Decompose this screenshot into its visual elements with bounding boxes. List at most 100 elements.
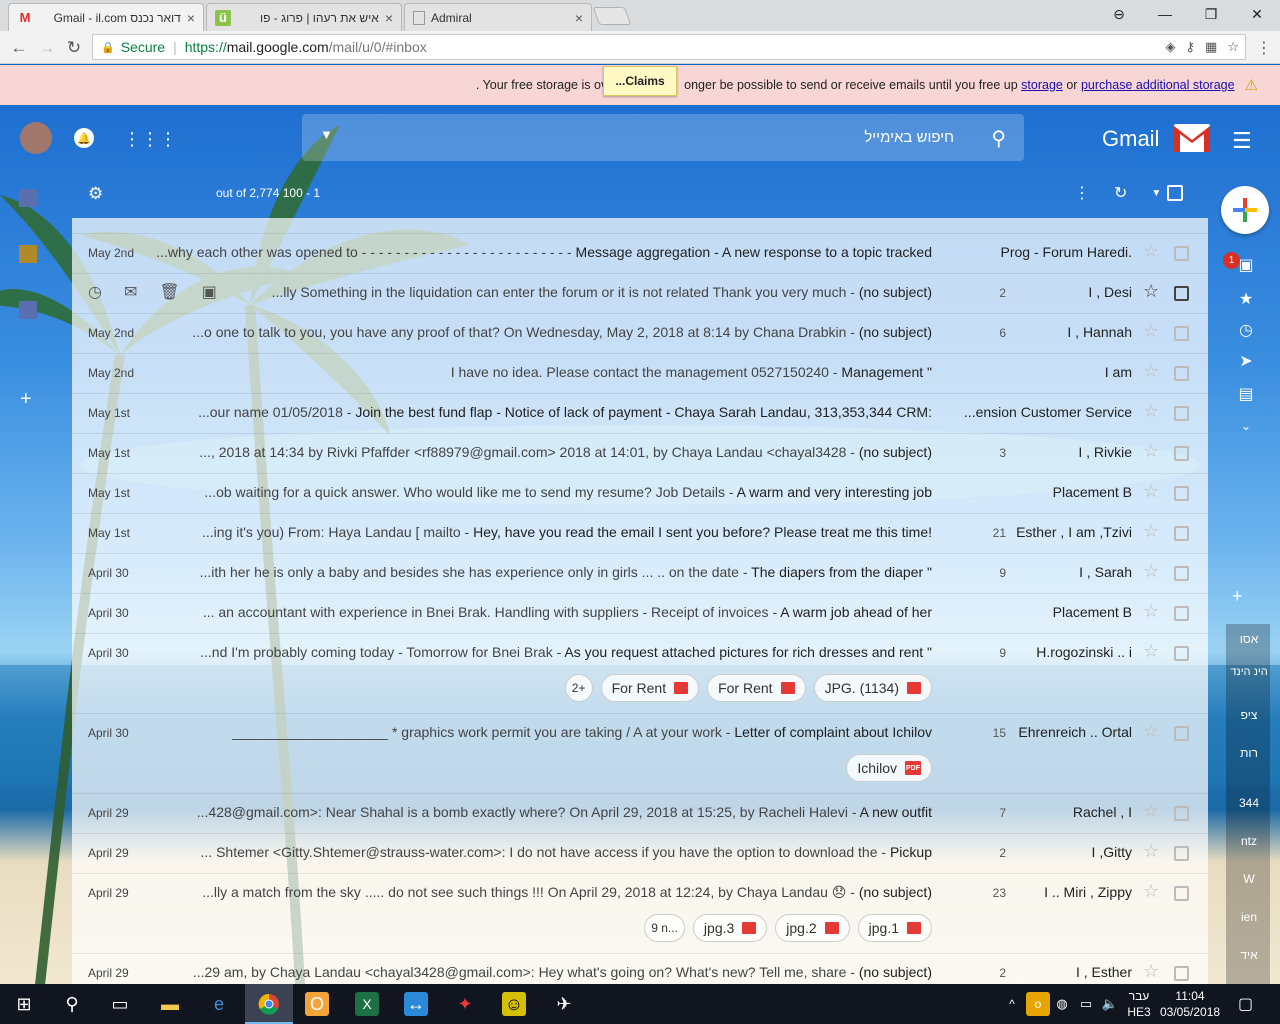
table-row[interactable]: May 2nd I have no idea. Please contact th… <box>72 354 1208 394</box>
more-attachments-chip[interactable]: 2+ <box>564 674 593 702</box>
excel-icon[interactable]: X <box>355 992 379 1016</box>
close-icon[interactable]: × <box>575 10 583 26</box>
star-icon[interactable]: ☆ <box>1143 601 1159 622</box>
table-row[interactable]: May 1st ...our name 01/05/2018 - Join the… <box>72 394 1208 434</box>
hangout-contact[interactable]: הינ הינד <box>1228 666 1270 678</box>
row-checkbox[interactable] <box>1174 446 1189 461</box>
left-add-icon[interactable]: + <box>20 388 32 411</box>
app-icon[interactable]: ✦ <box>453 992 477 1016</box>
table-row[interactable]: April 29 ...29 am, by Chaya Landau <chaya… <box>72 954 1208 984</box>
row-checkbox[interactable] <box>1174 486 1189 501</box>
table-row[interactable]: April 30 ... an accountant with experienc… <box>72 594 1208 634</box>
table-row[interactable]: May 1st ...ing it's you) From: Haya Landa… <box>72 514 1208 554</box>
tab-gmail[interactable]: M דואר נכנס Gmail - il.com × <box>8 3 204 31</box>
reload-icon[interactable]: ↻ <box>63 37 85 59</box>
sent-icon[interactable]: ➤ <box>1237 352 1255 370</box>
extension-icon[interactable]: ◈ <box>1166 39 1176 55</box>
translate-icon[interactable]: ▦ <box>1205 39 1217 55</box>
tray-chevron-icon[interactable]: ^ <box>1000 992 1024 1016</box>
settings-gear-icon[interactable]: ⚙ <box>88 184 103 204</box>
main-menu-icon[interactable]: ☰ <box>1232 128 1252 154</box>
table-row[interactable]: May 1st ...ob waiting for a quick answer.… <box>72 474 1208 514</box>
hangout-contact[interactable]: 344 <box>1228 796 1270 810</box>
outlook-icon[interactable]: O <box>305 992 329 1016</box>
star-icon[interactable]: ☆ <box>1143 561 1159 582</box>
search-box[interactable]: ▼ חיפוש באימייל ⚲ <box>302 114 1024 161</box>
row-checkbox[interactable] <box>1174 966 1189 981</box>
minimize-icon[interactable]: — <box>1142 0 1188 28</box>
star-icon[interactable]: ☆ <box>1143 721 1159 742</box>
star-icon[interactable]: ☆ <box>1143 641 1159 662</box>
new-tab-button[interactable] <box>592 7 632 25</box>
add-hangout-icon[interactable]: + <box>1232 586 1243 607</box>
hangout-contact[interactable]: W <box>1228 872 1270 886</box>
left-rail-item[interactable] <box>19 245 37 263</box>
bookmark-star-icon[interactable]: ☆ <box>1227 39 1239 55</box>
profile-icon[interactable]: ⊖ <box>1096 0 1142 28</box>
apps-grid-icon[interactable]: ⋮⋮⋮ <box>123 129 177 150</box>
left-rail-item[interactable] <box>19 301 37 319</box>
search-icon[interactable]: ⚲ <box>991 126 1006 151</box>
star-icon[interactable]: ☆ <box>1143 881 1159 902</box>
app-icon[interactable]: ☺ <box>502 992 526 1016</box>
chrome-icon[interactable] <box>257 992 281 1016</box>
star-icon[interactable]: ☆ <box>1143 801 1159 822</box>
select-all-checkbox[interactable] <box>1167 185 1184 201</box>
row-checkbox[interactable] <box>1174 886 1189 901</box>
star-icon[interactable]: ☆ <box>1143 281 1159 302</box>
app-icon[interactable]: ✈ <box>552 992 576 1016</box>
starred-icon[interactable]: ★ <box>1237 290 1255 308</box>
row-checkbox[interactable] <box>1174 646 1189 661</box>
search-options-icon[interactable]: ▼ <box>320 127 333 142</box>
row-checkbox[interactable] <box>1174 606 1189 621</box>
task-view-icon[interactable]: ▭ <box>108 992 132 1016</box>
more-attachments-chip[interactable]: 9 n... <box>644 914 685 942</box>
star-icon[interactable]: ☆ <box>1143 241 1159 262</box>
star-icon[interactable]: ☆ <box>1143 361 1159 382</box>
row-checkbox[interactable] <box>1174 246 1189 261</box>
star-icon[interactable]: ☆ <box>1143 441 1159 462</box>
forward-icon[interactable]: → <box>36 37 58 59</box>
table-row[interactable]: April 30 ...nd I'm probably coming today … <box>72 634 1208 714</box>
star-icon[interactable]: ☆ <box>1143 321 1159 342</box>
row-checkbox[interactable] <box>1174 806 1189 821</box>
back-icon[interactable]: ← <box>8 37 30 59</box>
hangout-contact[interactable]: אסו <box>1228 632 1270 646</box>
snoozed-icon[interactable]: ◷ <box>1237 321 1255 339</box>
address-bar[interactable]: 🔒 Secure | https:// mail.google.com /mai… <box>92 34 1246 60</box>
star-icon[interactable]: ☆ <box>1143 481 1159 502</box>
attachment-chip[interactable]: jpg.2 <box>775 914 850 942</box>
tab-prog[interactable]: ü איש את רעהו | פרוג - פו × <box>206 3 402 31</box>
table-row[interactable]: April 29 ...lly a match from the sky ....… <box>72 874 1208 954</box>
row-checkbox[interactable] <box>1174 366 1189 381</box>
refresh-icon[interactable]: ↻ <box>1114 183 1127 203</box>
table-row[interactable]: May 2nd ...o one to talk to you, you have… <box>72 314 1208 354</box>
account-avatar[interactable] <box>20 122 52 154</box>
storage-link[interactable]: storage <box>1021 78 1063 92</box>
hangout-contact[interactable]: איד <box>1228 948 1270 962</box>
volume-icon[interactable]: 🔈 <box>1098 992 1122 1016</box>
table-row[interactable]: April 30 ...ith her he is only a baby and… <box>72 554 1208 594</box>
star-icon[interactable]: ☆ <box>1143 521 1159 542</box>
attachment-chip[interactable]: For Rent <box>600 674 700 702</box>
restore-icon[interactable]: ❐ <box>1188 0 1234 28</box>
row-checkbox[interactable] <box>1174 406 1189 421</box>
table-row[interactable]: April 29 ...428@gmail.com>: Near Shahal i… <box>72 794 1208 834</box>
attachment-chip[interactable]: JPG. (1134) <box>813 674 932 702</box>
claims-tooltip[interactable]: ...Claims <box>603 66 677 96</box>
taskbar-search-icon[interactable]: ⚲ <box>60 992 84 1016</box>
attachment-chip[interactable]: Ichilov PDF <box>846 754 932 782</box>
close-window-icon[interactable]: ✕ <box>1234 0 1280 28</box>
windows-start-icon[interactable]: ⊞ <box>12 992 36 1016</box>
select-dropdown[interactable]: ▼ <box>1151 185 1184 201</box>
hangout-contact[interactable]: ציפ <box>1228 708 1270 722</box>
action-center-icon[interactable]: ▢ <box>1238 994 1253 1014</box>
star-icon[interactable]: ☆ <box>1143 961 1159 982</box>
compose-button[interactable] <box>1221 186 1269 234</box>
row-checkbox[interactable] <box>1174 526 1189 541</box>
drafts-icon[interactable]: ▤ <box>1237 385 1255 403</box>
hangout-contact[interactable]: ntz <box>1228 834 1270 848</box>
tray-sync-icon[interactable]: ▭ <box>1074 992 1098 1016</box>
tab-admiral[interactable]: Admiral × <box>404 3 592 31</box>
star-icon[interactable]: ☆ <box>1143 841 1159 862</box>
